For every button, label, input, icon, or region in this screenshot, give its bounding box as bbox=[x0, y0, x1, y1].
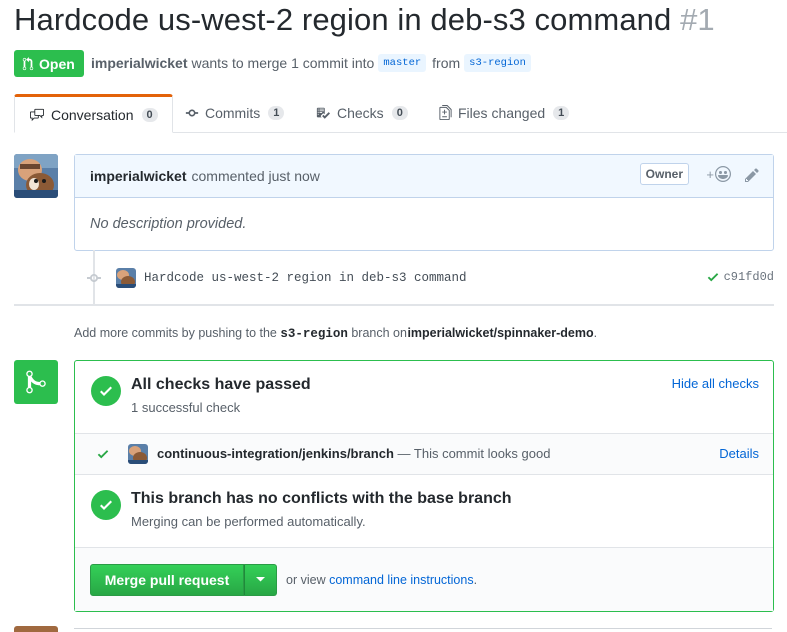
owner-badge: Owner bbox=[639, 163, 689, 185]
tab-files-count: 1 bbox=[553, 105, 570, 120]
conflicts-subtitle: Merging can be performed automatically. bbox=[131, 514, 366, 529]
pull-request-icon bbox=[22, 56, 34, 70]
comment-box: imperialwicket commented just now Owner … bbox=[74, 154, 774, 251]
comment-action[interactable]: commented just now bbox=[192, 168, 320, 184]
git-commit-icon bbox=[87, 274, 101, 282]
tab-conversation-count: 0 bbox=[141, 107, 158, 122]
tab-checks-count: 0 bbox=[391, 105, 408, 120]
tab-files-changed[interactable]: Files changed 1 bbox=[425, 94, 583, 131]
hint-branch: s3-region bbox=[280, 327, 348, 341]
commit-row: Hardcode us-west-2 region in deb-s3 comm… bbox=[86, 266, 774, 290]
pr-state-badge: Open bbox=[14, 50, 84, 77]
add-reaction-button[interactable]: + bbox=[706, 166, 731, 182]
check-icon[interactable] bbox=[707, 270, 719, 284]
avatar-image bbox=[14, 154, 58, 198]
pr-tabs: Conversation 0 Commits 1 Checks 0 Files … bbox=[14, 94, 787, 133]
comment-author-link[interactable]: imperialwicket bbox=[90, 168, 187, 184]
avatar[interactable] bbox=[14, 154, 58, 198]
pr-state-label: Open bbox=[39, 55, 75, 72]
merge-actions: Merge pull request or view command line … bbox=[75, 547, 773, 611]
push-hint: Add more commits by pushing to the s3-re… bbox=[74, 326, 597, 341]
git-commit-icon bbox=[185, 109, 199, 116]
tab-commits-label: Commits bbox=[205, 104, 261, 121]
hint-repo: imperialwicket/spinnaker-demo bbox=[407, 326, 594, 340]
merge-method-dropdown[interactable] bbox=[244, 564, 277, 596]
comment-discussion-icon bbox=[30, 108, 44, 121]
pencil-icon bbox=[745, 168, 759, 182]
merge-box: All checks have passed 1 successful chec… bbox=[74, 360, 774, 612]
command-line-instructions-link[interactable]: command line instructions bbox=[329, 573, 474, 587]
git-merge-icon bbox=[26, 370, 46, 394]
commit-avatar[interactable] bbox=[116, 268, 136, 288]
conflicts-title: This branch has no conflicts with the ba… bbox=[131, 490, 512, 507]
commit-status: c91fd0d bbox=[707, 270, 774, 284]
hint-prefix: Add more commits by pushing to the bbox=[74, 326, 277, 340]
check-icon bbox=[97, 450, 109, 459]
pr-title-text: Hardcode us-west-2 region in deb-s3 comm… bbox=[14, 2, 672, 37]
or-view-text: or view bbox=[286, 573, 326, 587]
pr-number: #1 bbox=[680, 2, 715, 37]
status-check-item: continuous-integration/jenkins/branch — … bbox=[75, 433, 773, 475]
tab-commits[interactable]: Commits 1 bbox=[171, 94, 298, 131]
tab-files-label: Files changed bbox=[458, 104, 546, 121]
base-branch[interactable]: master bbox=[378, 54, 427, 72]
tab-conversation-label: Conversation bbox=[51, 106, 134, 123]
checklist-icon bbox=[316, 107, 330, 119]
hint-suffix: . bbox=[593, 326, 598, 340]
triangle-down-icon bbox=[256, 577, 265, 582]
check-icon bbox=[100, 386, 112, 396]
commit-avatar-image bbox=[116, 268, 136, 288]
timeline-divider bbox=[14, 304, 774, 306]
no-conflicts-indicator bbox=[91, 490, 121, 520]
check-icon bbox=[100, 500, 112, 510]
checks-title: All checks have passed bbox=[131, 376, 311, 393]
tab-checks-label: Checks bbox=[337, 104, 384, 121]
next-avatar-peek bbox=[14, 626, 58, 632]
check-context-name: continuous-integration/jenkins/branch bbox=[157, 446, 394, 461]
reaction-plus: + bbox=[706, 166, 714, 182]
head-branch[interactable]: s3-region bbox=[464, 54, 531, 72]
merge-pull-request-button[interactable]: Merge pull request bbox=[90, 564, 244, 596]
edit-comment-button[interactable] bbox=[745, 167, 759, 188]
check-details-link[interactable]: Details bbox=[719, 446, 759, 461]
commit-message-link[interactable]: Hardcode us-west-2 region in deb-s3 comm… bbox=[144, 271, 467, 285]
pr-from-text: from bbox=[432, 55, 461, 71]
tab-commits-count: 1 bbox=[268, 105, 285, 120]
check-avatar-image bbox=[128, 444, 148, 464]
comment-form-peek bbox=[74, 628, 772, 632]
checks-subtitle: 1 successful check bbox=[131, 400, 241, 415]
smiley-icon bbox=[715, 166, 731, 182]
comment-body: No description provided. bbox=[90, 216, 247, 232]
hide-all-checks-link[interactable]: Hide all checks bbox=[672, 376, 759, 391]
file-diff-icon bbox=[439, 105, 452, 120]
cli-hint: or view command line instructions. bbox=[286, 573, 477, 587]
pr-author-link[interactable]: imperialwicket bbox=[91, 55, 188, 71]
check-description: — This commit looks good bbox=[397, 446, 551, 461]
pr-title: Hardcode us-west-2 region in deb-s3 comm… bbox=[14, 2, 715, 38]
tab-checks[interactable]: Checks 0 bbox=[301, 94, 422, 131]
cli-period: . bbox=[473, 573, 478, 587]
checks-passed-indicator bbox=[91, 376, 121, 406]
tab-conversation[interactable]: Conversation 0 bbox=[14, 94, 173, 133]
commit-sha-link[interactable]: c91fd0d bbox=[724, 270, 774, 284]
hint-middle: branch on bbox=[351, 326, 407, 340]
pr-merge-text: wants to merge 1 commit into bbox=[191, 55, 375, 71]
merge-status-badge bbox=[14, 360, 58, 404]
check-avatar bbox=[128, 444, 148, 464]
pr-meta: imperialwicket wants to merge 1 commit i… bbox=[91, 54, 531, 72]
check-context: continuous-integration/jenkins/branch — … bbox=[157, 446, 550, 461]
